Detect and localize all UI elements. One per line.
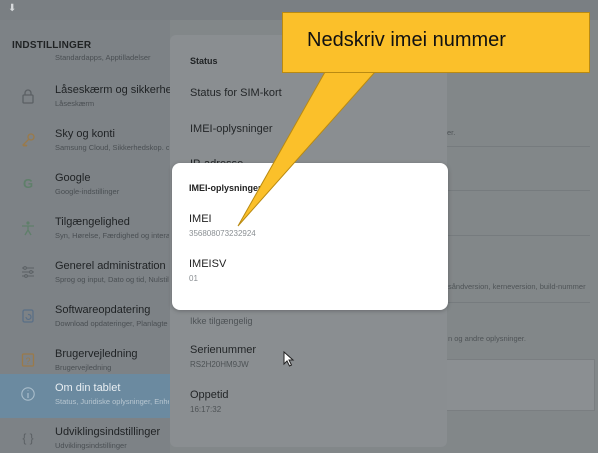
- help-icon: ?: [20, 352, 36, 368]
- status-item-sim[interactable]: Status for SIM-kort: [190, 87, 282, 99]
- status-item-uptime[interactable]: Oppetid: [190, 389, 229, 401]
- nav-item-title: Generel administration: [55, 260, 166, 272]
- nav-item-sub: Download opdateringer, Planlagte s: [55, 319, 169, 328]
- imeisv-label: IMEISV: [189, 258, 227, 270]
- nav-item-accessibility[interactable]: Tilgængelighed Syn, Hørelse, Færdighed o…: [0, 208, 170, 252]
- nav-item-general-management[interactable]: Generel administration Sprog og input, D…: [0, 252, 170, 296]
- nav-item-cloud-accounts[interactable]: Sky og konti Samsung Cloud, Sikkerhedsko…: [0, 120, 170, 164]
- nav-item-title: Udviklingsindstillinger: [55, 426, 161, 438]
- nav-item-software-update[interactable]: Softwareopdatering Download opdateringer…: [0, 296, 170, 340]
- nav-item-sub: Samsung Cloud, Sikkerhedskop. og: [55, 143, 169, 152]
- info-icon: [20, 386, 36, 402]
- imei-dialog: IMEI-oplysninger IMEI 356808073232924 IM…: [172, 163, 448, 310]
- download-icon: ⬇: [8, 3, 17, 14]
- status-item-value: Ikke tilgængelig: [190, 316, 253, 326]
- update-icon: [20, 308, 36, 324]
- nav-item-title: Sky og konti: [55, 128, 115, 140]
- nav-item-developer-options[interactable]: { } Udviklingsindstillinger Udviklingsin…: [0, 418, 170, 453]
- callout-text: Nedskriv imei nummer: [307, 29, 506, 51]
- nav-item-title: Google: [55, 172, 91, 184]
- lock-icon: [20, 88, 36, 104]
- nav-item-about-tablet[interactable]: Om din tablet Status, Juridiske oplysnin…: [0, 374, 170, 418]
- google-icon: G: [22, 176, 34, 191]
- key-icon: [20, 132, 36, 148]
- settings-header: INDSTILLINGER: [12, 40, 92, 51]
- serial-value: RS2H20HM9JW: [190, 360, 249, 369]
- nav-item-title: Brugervejledning: [55, 348, 138, 360]
- status-panel-title: Status: [190, 56, 218, 66]
- mouse-cursor-icon: [283, 351, 295, 367]
- nav-item-sub: Google-indstillinger: [55, 187, 120, 196]
- about-text-1: er.: [447, 128, 456, 137]
- settings-nav: INDSTILLINGER Standardapps, Apptilladels…: [0, 20, 178, 453]
- about-text-3: n og andre oplysninger.: [448, 334, 526, 343]
- code-braces-icon: { }: [22, 431, 34, 445]
- accessibility-icon: [20, 220, 36, 236]
- nav-item-apps[interactable]: Standardapps, Apptilladelser: [0, 53, 170, 69]
- nav-item-sub: Sprog og input, Dato og tid, Nulstil: [55, 275, 169, 284]
- nav-item-sub: Standardapps, Apptilladelser: [55, 53, 151, 62]
- nav-item-title: Om din tablet: [55, 382, 121, 394]
- nav-item-sub: Status, Juridiske oplysninger, Enhe: [55, 397, 169, 406]
- status-item-serial[interactable]: Serienummer: [190, 344, 256, 356]
- about-card[interactable]: [440, 359, 595, 411]
- annotation-callout: Nedskriv imei nummer: [282, 12, 590, 73]
- nav-item-lock-screen[interactable]: Låseskærm og sikkerhed Låseskærm: [0, 76, 178, 120]
- nav-item-title: Softwareopdatering: [55, 304, 151, 316]
- nav-item-sub: Låseskærm: [55, 99, 95, 108]
- imeisv-value: 01: [189, 274, 198, 283]
- about-text-2: såndversion, kerneversion, build-nummer: [448, 282, 586, 291]
- uptime-value: 16:17:32: [190, 405, 222, 414]
- nav-item-title: Låseskærm og sikkerhed: [55, 84, 178, 96]
- nav-item-sub: Syn, Hørelse, Færdighed og interak: [55, 231, 169, 240]
- dialog-title: IMEI-oplysninger: [189, 183, 262, 193]
- sliders-icon: [20, 264, 36, 280]
- imei-label: IMEI: [189, 213, 212, 225]
- nav-item-sub: Brugervejledning: [55, 363, 112, 372]
- status-item-imei[interactable]: IMEI-oplysninger: [190, 123, 273, 135]
- svg-text:?: ?: [25, 356, 30, 366]
- nav-item-google[interactable]: G Google Google-indstillinger: [0, 164, 170, 208]
- nav-item-sub: Udviklingsindstillinger: [55, 441, 127, 450]
- imei-value: 356808073232924: [189, 229, 256, 238]
- nav-item-title: Tilgængelighed: [55, 216, 130, 228]
